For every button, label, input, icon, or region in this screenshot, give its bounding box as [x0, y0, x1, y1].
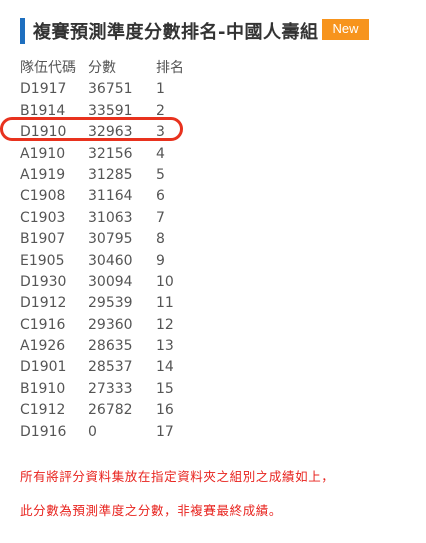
cell-team-code: B1907	[20, 231, 66, 248]
cell-team-code: C1912	[20, 402, 66, 419]
cell-rank: 17	[156, 423, 174, 440]
table-row: D1916 0 17	[20, 422, 216, 443]
cell-team-code: D1912	[20, 295, 67, 312]
cell-team-code: A1919	[20, 166, 66, 183]
cell-rank: 3	[156, 124, 165, 141]
cell-score: 30094	[88, 273, 133, 290]
ranking-table: 隊伍代碼 分數 排名 D1917 36751 1 B1914 33591 2 D1910 32…	[20, 58, 216, 443]
cell-rank: 9	[156, 252, 165, 269]
table-row: A1910 32156 4	[20, 144, 216, 165]
cell-team-code: B1910	[20, 380, 66, 397]
header-accent-bar	[20, 18, 25, 44]
column-header-rank: 排名	[156, 60, 184, 76]
new-badge: New	[322, 18, 369, 40]
table-row: B1910 27333 15	[20, 379, 216, 400]
table-header-row: 隊伍代碼 分數 排名	[20, 58, 216, 79]
table-row: C1912 26782 16	[20, 400, 216, 421]
cell-score: 33591	[88, 102, 133, 119]
table-row: B1907 30795 8	[20, 229, 216, 250]
table-row: B1914 33591 2	[20, 101, 216, 122]
cell-score: 32156	[88, 145, 133, 162]
table-row: A1919 31285 5	[20, 165, 216, 186]
cell-rank: 16	[156, 402, 174, 419]
cell-score: 28635	[88, 338, 133, 355]
cell-rank: 2	[156, 102, 165, 119]
cell-rank: 5	[156, 166, 165, 183]
cell-team-code: C1908	[20, 188, 66, 205]
note-line-1: 所有將評分資料集放在指定資料夾之組別之成績如上，	[20, 469, 335, 484]
cell-rank: 10	[156, 273, 174, 290]
cell-score: 36751	[88, 81, 133, 98]
table-row: A1926 28635 13	[20, 336, 216, 357]
cell-score: 0	[88, 423, 97, 440]
cell-team-code: D1916	[20, 423, 67, 440]
cell-rank: 8	[156, 231, 165, 248]
table-row: D1912 29539 11	[20, 293, 216, 314]
cell-score: 26782	[88, 402, 133, 419]
cell-team-code: A1926	[20, 338, 66, 355]
cell-score: 31063	[88, 209, 133, 226]
cell-team-code: D1917	[20, 81, 67, 98]
cell-rank: 13	[156, 338, 174, 355]
section-header: 複賽預測準度分數排名-中國人壽組 New	[20, 18, 369, 44]
cell-rank: 12	[156, 316, 174, 333]
column-header-team-code: 隊伍代碼	[20, 60, 76, 76]
cell-score: 28537	[88, 359, 133, 376]
table-row: E1905 30460 9	[20, 251, 216, 272]
note-line-2: 此分數為預測準度之分數，非複賽最終成績。	[20, 503, 283, 518]
cell-score: 31285	[88, 166, 133, 183]
cell-rank: 6	[156, 188, 165, 205]
page-title: 複賽預測準度分數排名-中國人壽組	[33, 22, 319, 43]
cell-score: 31164	[88, 188, 133, 205]
cell-rank: 4	[156, 145, 165, 162]
table-row: C1903 31063 7	[20, 208, 216, 229]
cell-rank: 15	[156, 380, 174, 397]
cell-team-code: C1903	[20, 209, 66, 226]
table-row: D1917 36751 1	[20, 79, 216, 100]
cell-team-code: E1905	[20, 252, 65, 269]
cell-score: 29539	[88, 295, 133, 312]
cell-score: 32963	[88, 124, 133, 141]
cell-team-code: D1901	[20, 359, 67, 376]
cell-team-code: D1930	[20, 273, 67, 290]
cell-rank: 1	[156, 81, 165, 98]
cell-team-code: C1916	[20, 316, 66, 333]
table-row: C1916 29360 12	[20, 315, 216, 336]
cell-rank: 14	[156, 359, 174, 376]
column-header-score: 分數	[88, 60, 116, 76]
table-row: D1910 32963 3	[20, 122, 216, 143]
table-row: D1930 30094 10	[20, 272, 216, 293]
cell-team-code: B1914	[20, 102, 66, 119]
cell-score: 30460	[88, 252, 133, 269]
cell-team-code: A1910	[20, 145, 66, 162]
cell-rank: 11	[156, 295, 174, 312]
table-row: C1908 31164 6	[20, 186, 216, 207]
cell-rank: 7	[156, 209, 165, 226]
table-row: D1901 28537 14	[20, 357, 216, 378]
cell-team-code: D1910	[20, 124, 67, 141]
cell-score: 27333	[88, 380, 133, 397]
cell-score: 29360	[88, 316, 133, 333]
cell-score: 30795	[88, 231, 133, 248]
